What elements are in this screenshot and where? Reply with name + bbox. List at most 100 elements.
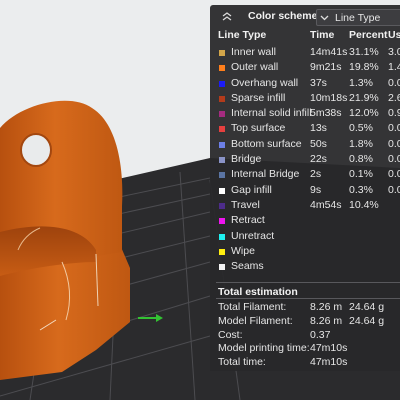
time-value: 5m38s	[310, 107, 342, 120]
usage-value: 1.4	[388, 61, 400, 74]
usage-value: 0.0	[388, 153, 400, 166]
summary-row: Total time: 47m10s	[210, 356, 400, 370]
legend-row[interactable]: Sparse infill 10m18s 21.9% 2.6	[210, 92, 400, 107]
percent-value: 0.3%	[349, 183, 373, 196]
percent-value: 31.1%	[349, 46, 379, 58]
summary-value: 47m10s	[310, 342, 348, 355]
color-scheme-dropdown[interactable]: Line Type	[316, 9, 400, 26]
color-swatch	[219, 111, 225, 118]
line-type-label: Top surface	[231, 122, 286, 135]
usage-value: 0.9	[388, 107, 400, 120]
line-type-label: Sparse infill	[231, 91, 286, 104]
legend-row[interactable]: Top surface 13s 0.5% 0.0	[210, 122, 400, 137]
legend-row[interactable]: Outer wall 9m21s 19.8% 1.4	[210, 61, 400, 76]
time-value: 50s	[310, 137, 327, 150]
legend-row[interactable]: Gap infill 9s 0.3% 0.0	[210, 184, 400, 199]
summary-label: Model Filament:	[218, 314, 293, 327]
line-type-label: Wipe	[231, 244, 255, 257]
legend-row[interactable]: Unretract	[210, 230, 400, 245]
summary-label: Cost:	[218, 328, 243, 341]
percent-value: 12.0%	[349, 107, 379, 120]
color-swatch	[219, 248, 225, 255]
total-estimation-table: Total Filament: 8.26 m 24.64 g Model Filame…	[210, 301, 400, 370]
color-swatch	[219, 80, 225, 87]
divider	[216, 298, 400, 299]
usage-value: 0.0	[388, 137, 400, 150]
legend-row[interactable]: Retract	[210, 214, 400, 229]
line-type-label: Internal solid infill	[231, 107, 312, 120]
color-swatch	[219, 126, 225, 133]
color-swatch	[219, 157, 225, 164]
usage-value: 0.0	[388, 122, 400, 135]
line-type-label: Overhang wall	[231, 76, 299, 89]
legend-row[interactable]: Internal solid infill 5m38s 12.0% 0.9	[210, 107, 400, 122]
color-swatch	[219, 50, 225, 56]
summary-label: Total Filament:	[218, 301, 287, 313]
summary-label: Total time:	[218, 356, 266, 369]
summary-value: 47m10s	[310, 356, 348, 369]
legend-row[interactable]: Bridge 22s 0.8% 0.0	[210, 153, 400, 168]
legend-row[interactable]: Travel 4m54s 10.4%	[210, 199, 400, 214]
line-type-label: Travel	[231, 198, 260, 211]
line-type-label: Bridge	[231, 153, 262, 166]
column-percent: Percent	[349, 29, 388, 41]
time-value: 10m18s	[310, 91, 348, 104]
line-type-label: Outer wall	[231, 61, 279, 74]
legend-row[interactable]: Bottom surface 50s 1.8% 0.0	[210, 138, 400, 153]
summary-value: 0.37	[310, 328, 331, 341]
summary-label: Model printing time:	[218, 342, 310, 355]
chevron-down-icon	[320, 15, 332, 21]
color-swatch	[219, 65, 225, 72]
legend-row[interactable]: Inner wall 14m41s 31.1% 3.0	[210, 46, 400, 61]
column-time: Time	[310, 29, 335, 41]
color-swatch	[219, 264, 225, 271]
line-type-label: Retract	[231, 214, 265, 227]
color-swatch	[219, 233, 225, 240]
legend-row[interactable]: Wipe	[210, 245, 400, 260]
line-type-label: Bottom surface	[231, 137, 302, 150]
time-value: 9s	[310, 183, 322, 196]
column-usage: Usage	[388, 29, 400, 41]
percent-value: 19.8%	[349, 61, 379, 74]
time-value: 37s	[310, 76, 327, 89]
summary-row: Model Filament: 8.26 m 24.64 g	[210, 315, 400, 329]
summary-value: 8.26 m	[310, 301, 343, 313]
line-type-label: Internal Bridge	[231, 168, 300, 181]
usage-value: 0.0	[388, 76, 400, 89]
percent-value: 0.1%	[349, 168, 373, 181]
color-swatch	[219, 141, 225, 148]
time-value: 13s	[310, 122, 327, 135]
collapse-chevron-icon[interactable]	[218, 11, 236, 21]
color-swatch	[219, 202, 225, 209]
time-value: 14m41s	[310, 46, 348, 58]
time-value: 2s	[310, 168, 322, 181]
legend-panel: Color scheme Line Type Line Type Time Pe…	[210, 5, 400, 371]
percent-value: 0.5%	[349, 122, 373, 135]
color-swatch	[219, 95, 225, 102]
legend-row[interactable]: Internal Bridge 2s 0.1% 0.0	[210, 168, 400, 183]
color-scheme-label: Color scheme	[248, 10, 318, 22]
time-value: 4m54s	[310, 198, 342, 211]
line-type-label: Seams	[231, 260, 264, 273]
usage-value: 0.0	[388, 168, 400, 181]
summary-row: Cost: 0.37	[210, 329, 400, 343]
total-estimation-title: Total estimation	[218, 286, 298, 298]
usage-value: 3.0	[388, 46, 400, 58]
legend-rows: Inner wall 14m41s 31.1% 3.0 Outer wall 9m21s 1…	[210, 46, 400, 275]
column-line-type: Line Type	[218, 29, 267, 41]
percent-value: 1.8%	[349, 137, 373, 150]
legend-row[interactable]: Overhang wall 37s 1.3% 0.0	[210, 77, 400, 92]
percent-value: 0.8%	[349, 153, 373, 166]
summary-value-secondary: 24.64 g	[349, 314, 385, 327]
legend-header-row: Line Type Time Percent Usage	[210, 29, 400, 42]
summary-row: Model printing time: 47m10s	[210, 342, 400, 356]
color-swatch	[219, 218, 225, 225]
usage-value: 2.6	[388, 91, 400, 104]
legend-row[interactable]: Seams	[210, 260, 400, 275]
percent-value: 21.9%	[349, 91, 379, 104]
time-value: 9m21s	[310, 61, 342, 74]
panel-header: Color scheme Line Type	[210, 5, 400, 27]
divider	[216, 282, 400, 283]
percent-value: 1.3%	[349, 76, 373, 89]
usage-value: 0.0	[388, 183, 400, 196]
